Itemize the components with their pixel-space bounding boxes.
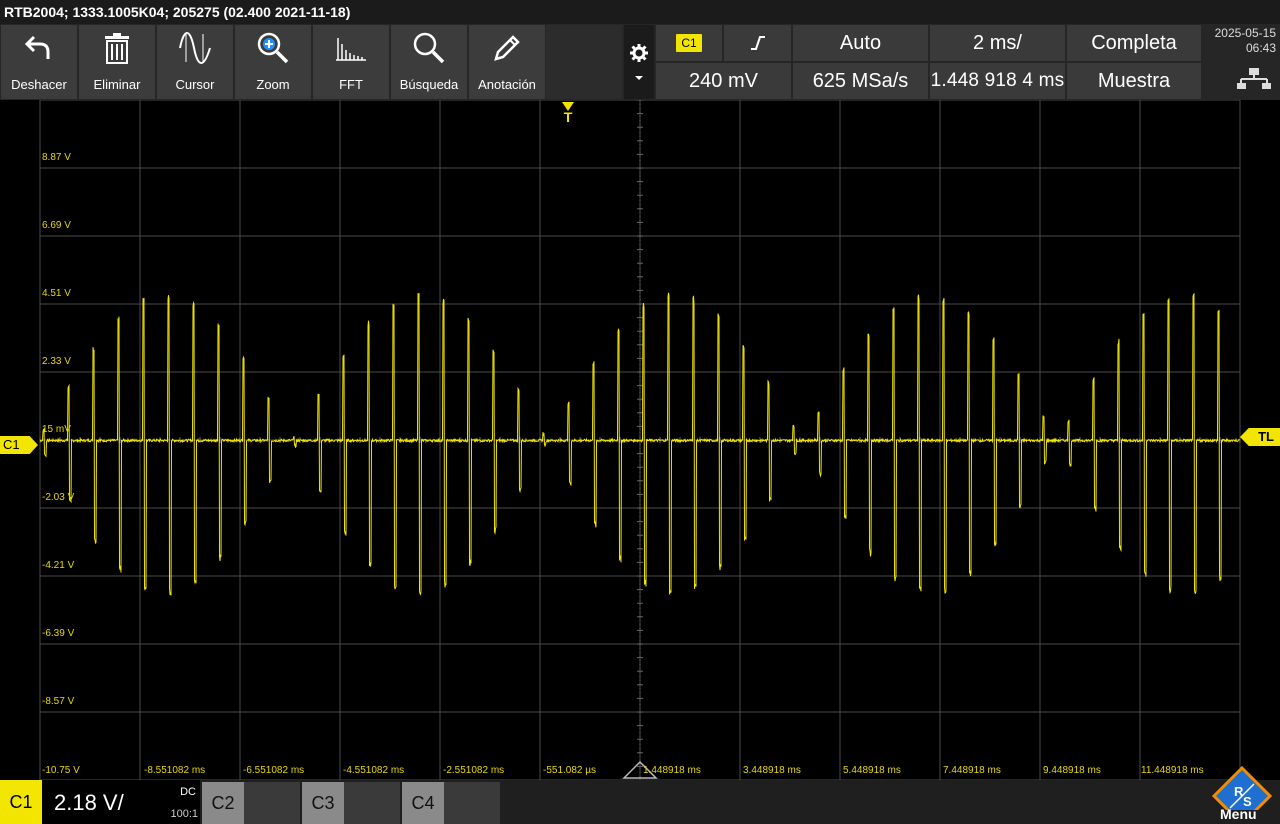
trigger-position-marker[interactable]: T bbox=[561, 100, 575, 130]
zoom-label: Zoom bbox=[256, 77, 290, 92]
date: 2025-05-15 bbox=[1214, 26, 1276, 40]
x-label-6: 1.448918 ms bbox=[643, 765, 701, 776]
x-label-1: -8.551082 ms bbox=[144, 765, 206, 776]
trigger-slope-cell[interactable] bbox=[724, 25, 791, 61]
x-label-9: 7.448918 ms bbox=[943, 765, 1001, 776]
c2-tab[interactable]: C2 bbox=[202, 782, 244, 824]
c3-info[interactable] bbox=[344, 782, 400, 824]
cursor-label: Cursor bbox=[175, 77, 215, 92]
y-label-3: 4.51 V bbox=[42, 288, 71, 299]
c3-tab[interactable]: C3 bbox=[302, 782, 344, 824]
c4-tab[interactable]: C4 bbox=[402, 782, 444, 824]
c4-info[interactable] bbox=[444, 782, 500, 824]
x-label-5: -551.082 µs bbox=[543, 765, 597, 776]
undo-button[interactable]: Deshacer bbox=[1, 25, 77, 99]
trigger-source-cell[interactable]: C1 bbox=[656, 25, 722, 61]
chevron-down-icon bbox=[635, 76, 643, 80]
undo-icon bbox=[24, 25, 54, 71]
undo-label: Deshacer bbox=[11, 77, 67, 92]
annotation-button[interactable]: Anotación bbox=[469, 25, 545, 99]
delete-button[interactable]: Eliminar bbox=[79, 25, 155, 99]
fft-label: FFT bbox=[339, 77, 363, 92]
y-label-10: -10.75 V bbox=[42, 765, 80, 776]
zoom-button[interactable]: Zoom bbox=[235, 25, 311, 99]
y-label-6: -2.03 V bbox=[42, 492, 75, 503]
y-label-7: -4.21 V bbox=[42, 560, 75, 571]
c1-info[interactable]: 2.18 V/ DC 100:1 bbox=[42, 780, 200, 824]
x-label-2: -6.551082 ms bbox=[243, 765, 305, 776]
c2-info[interactable] bbox=[244, 782, 300, 824]
time-scale-cell[interactable]: 2 ms/ bbox=[930, 25, 1065, 61]
c1-coupling: DC bbox=[180, 786, 196, 798]
x-label-8: 5.448918 ms bbox=[843, 765, 901, 776]
datetime: 2025-05-15 06:43 bbox=[1204, 25, 1278, 63]
trigger-mode-cell[interactable]: Auto bbox=[793, 25, 928, 61]
sample-rate-cell[interactable]: 625 MSa/s bbox=[793, 63, 928, 99]
acquisition-mode-cell[interactable]: Completa bbox=[1067, 25, 1201, 61]
search-button[interactable]: Búsqueda bbox=[391, 25, 467, 99]
y-label-9: -8.57 V bbox=[42, 696, 75, 707]
trigger-level-cell[interactable]: 240 mV bbox=[656, 63, 791, 99]
annotation-label: Anotación bbox=[478, 77, 536, 92]
title-bar: RTB2004; 1333.1005K04; 205275 (02.400 20… bbox=[0, 0, 1280, 24]
cursor-icon bbox=[178, 25, 212, 71]
x-label-7: 3.448918 ms bbox=[743, 765, 801, 776]
cursor-button[interactable]: Cursor bbox=[157, 25, 233, 99]
lan-icon bbox=[1236, 66, 1276, 96]
c1-probe-ratio: 100:1 bbox=[170, 808, 198, 820]
delete-label: Eliminar bbox=[93, 77, 141, 92]
y-label-4: 2.33 V bbox=[42, 356, 71, 367]
x-label-11: 11.448918 ms bbox=[1141, 765, 1204, 776]
rs-logo: R S bbox=[1211, 766, 1273, 810]
y-label-2: 6.69 V bbox=[42, 220, 71, 231]
scope-display[interactable]: 8.87 V 6.69 V 4.51 V 2.33 V 15 mV -2.03 … bbox=[0, 100, 1280, 780]
menu-label[interactable]: Menu bbox=[1220, 806, 1257, 822]
y-label-1: 8.87 V bbox=[42, 152, 71, 163]
toolbar-spacer bbox=[546, 25, 622, 99]
settings-button[interactable] bbox=[624, 25, 654, 99]
grid bbox=[39, 100, 1241, 780]
fft-icon bbox=[334, 25, 368, 71]
gear-icon bbox=[630, 44, 648, 62]
channel-bar: C1 2.18 V/ DC 100:1 C2 C3 C4 R S bbox=[0, 766, 1280, 824]
fft-button[interactable]: FFT bbox=[313, 25, 389, 99]
acquisition-type-cell[interactable]: Muestra bbox=[1067, 63, 1201, 99]
c1-vertical-scale: 2.18 V/ bbox=[54, 790, 124, 815]
x-label-4: -2.551082 ms bbox=[443, 765, 505, 776]
x-label-10: 9.448918 ms bbox=[1043, 765, 1101, 776]
zoom-icon bbox=[256, 25, 290, 71]
time: 06:43 bbox=[1245, 41, 1276, 55]
y-label-8: -6.39 V bbox=[42, 628, 75, 639]
search-icon bbox=[412, 25, 446, 71]
trigger-source-badge: C1 bbox=[676, 34, 702, 52]
search-label: Búsqueda bbox=[399, 77, 459, 92]
waveform-display[interactable] bbox=[0, 100, 1280, 780]
rising-edge-icon bbox=[750, 36, 765, 50]
x-label-3: -4.551082 ms bbox=[343, 765, 405, 776]
trash-icon bbox=[104, 25, 130, 71]
pen-icon bbox=[491, 25, 523, 71]
trigger-position-cell[interactable]: 1.448 918 4 ms bbox=[930, 63, 1065, 99]
c1-tab[interactable]: C1 bbox=[0, 780, 42, 824]
trigger-marker-label: T bbox=[563, 109, 573, 125]
y-label-5: 15 mV bbox=[42, 424, 71, 435]
